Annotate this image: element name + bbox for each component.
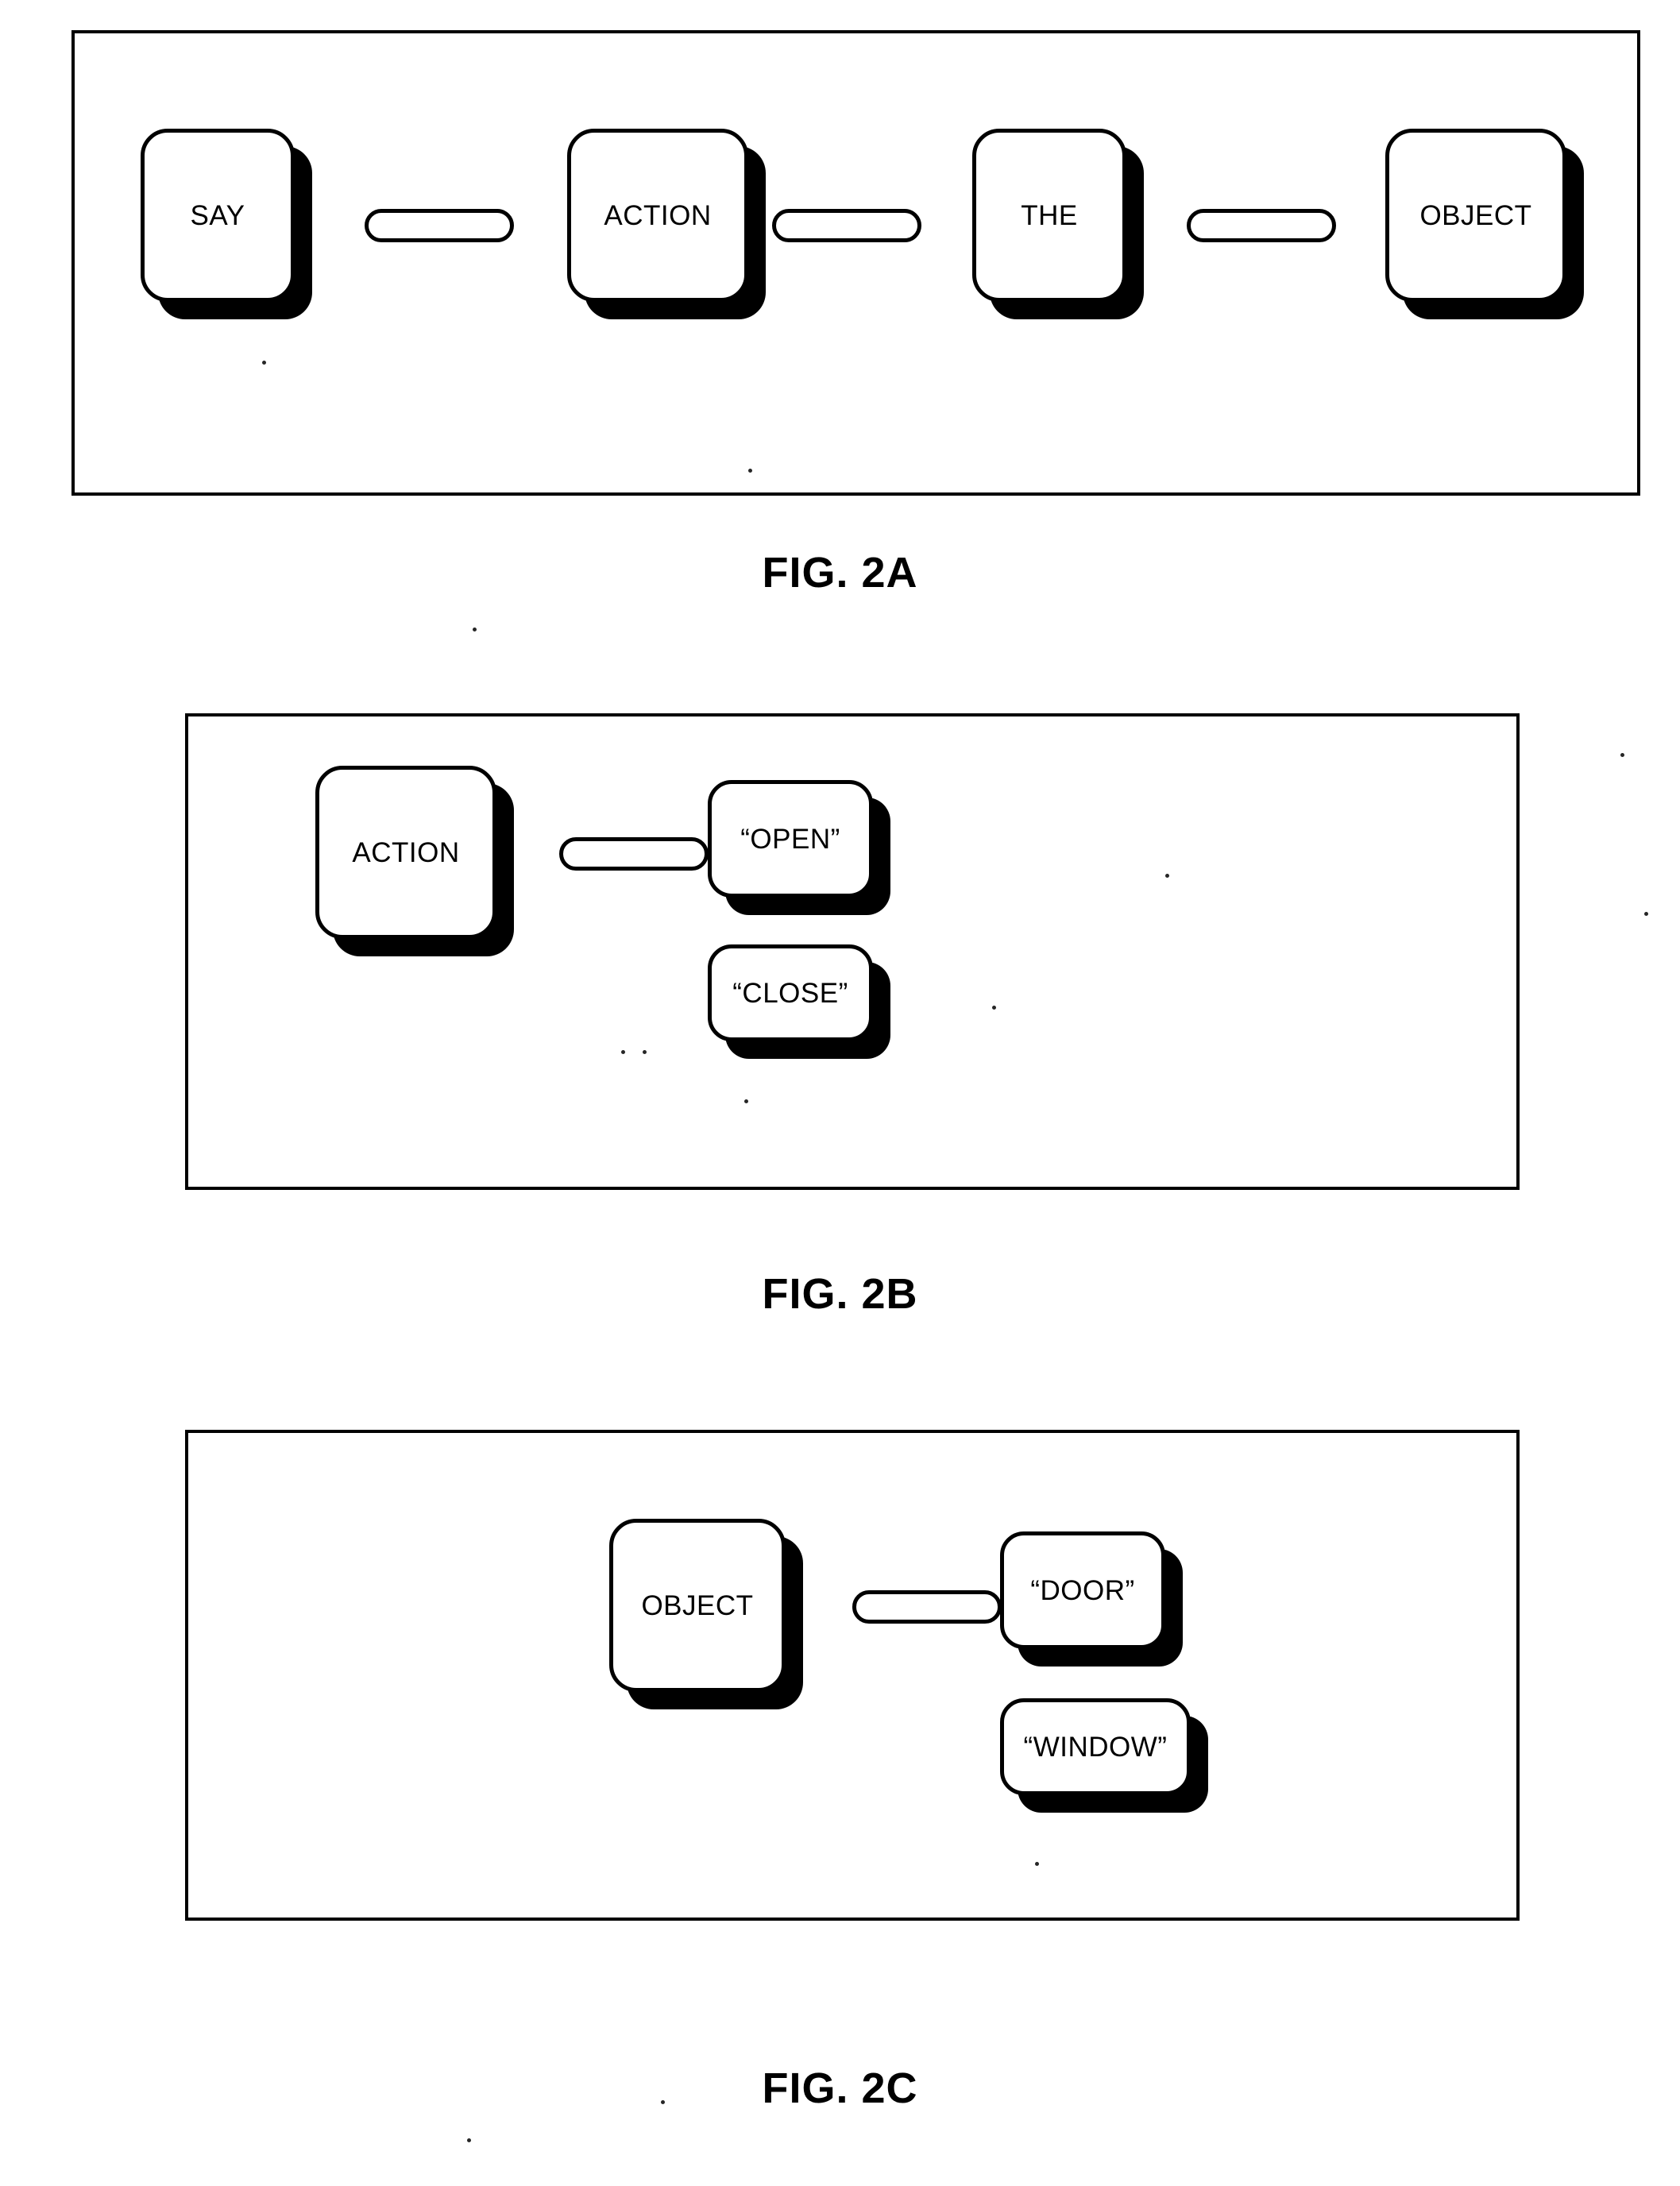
scan-speck xyxy=(643,1050,647,1054)
node-window-face: “WINDOW” xyxy=(1000,1698,1191,1795)
figure-2c-caption: FIG. 2C xyxy=(762,2064,918,2112)
scan-speck xyxy=(1644,912,1648,916)
node-say[interactable]: SAY xyxy=(141,129,312,319)
figure-2a-frame: SAY ACTION THE OBJECT xyxy=(71,30,1640,496)
node-close-label: “CLOSE” xyxy=(732,977,848,1009)
node-the[interactable]: THE xyxy=(972,129,1144,319)
scan-speck xyxy=(1035,1862,1039,1866)
scan-speck xyxy=(1620,753,1624,757)
node-open[interactable]: “OPEN” xyxy=(708,780,890,915)
node-the-label: THE xyxy=(1021,199,1078,231)
node-action-label: ACTION xyxy=(352,836,460,868)
node-object-face: OBJECT xyxy=(1385,129,1566,302)
node-object-label: OBJECT xyxy=(641,1589,754,1621)
scan-speck xyxy=(473,628,477,631)
node-door-label: “DOOR” xyxy=(1030,1574,1135,1606)
node-door[interactable]: “DOOR” xyxy=(1000,1531,1183,1667)
connector-action-the xyxy=(772,209,921,242)
scan-speck xyxy=(661,2100,665,2104)
node-door-face: “DOOR” xyxy=(1000,1531,1165,1649)
figure-2a-caption: FIG. 2A xyxy=(762,549,918,597)
connector-action-open xyxy=(559,837,709,871)
node-window-label: “WINDOW” xyxy=(1023,1731,1168,1763)
node-object[interactable]: OBJECT xyxy=(1385,129,1584,319)
node-object-face: OBJECT xyxy=(609,1519,786,1692)
node-say-label: SAY xyxy=(190,199,245,231)
figure-2b-frame: ACTION “OPEN” “CLOSE” xyxy=(185,713,1520,1190)
node-object-label: OBJECT xyxy=(1419,199,1532,231)
scan-speck xyxy=(1165,874,1169,878)
figure-2b-caption: FIG. 2B xyxy=(762,1270,918,1318)
node-say-face: SAY xyxy=(141,129,295,302)
connector-say-action xyxy=(365,209,514,242)
node-action-face: ACTION xyxy=(315,766,496,939)
node-close-face: “CLOSE” xyxy=(708,944,873,1041)
connector-the-object xyxy=(1187,209,1336,242)
node-open-face: “OPEN” xyxy=(708,780,873,898)
node-open-label: “OPEN” xyxy=(740,823,840,855)
node-the-face: THE xyxy=(972,129,1126,302)
scan-speck xyxy=(992,1006,996,1010)
node-window[interactable]: “WINDOW” xyxy=(1000,1698,1208,1813)
scan-speck xyxy=(744,1099,748,1103)
node-action-face: ACTION xyxy=(567,129,748,302)
figure-2c-frame: OBJECT “DOOR” “WINDOW” xyxy=(185,1430,1520,1921)
connector-object-door xyxy=(852,1590,1002,1624)
scan-speck xyxy=(467,2138,471,2142)
node-action-label: ACTION xyxy=(604,199,712,231)
node-close[interactable]: “CLOSE” xyxy=(708,944,890,1059)
node-action[interactable]: ACTION xyxy=(567,129,766,319)
node-action[interactable]: ACTION xyxy=(315,766,514,956)
scan-speck xyxy=(621,1050,625,1054)
scan-speck xyxy=(262,361,266,365)
scan-speck xyxy=(748,469,752,473)
node-object[interactable]: OBJECT xyxy=(609,1519,803,1709)
